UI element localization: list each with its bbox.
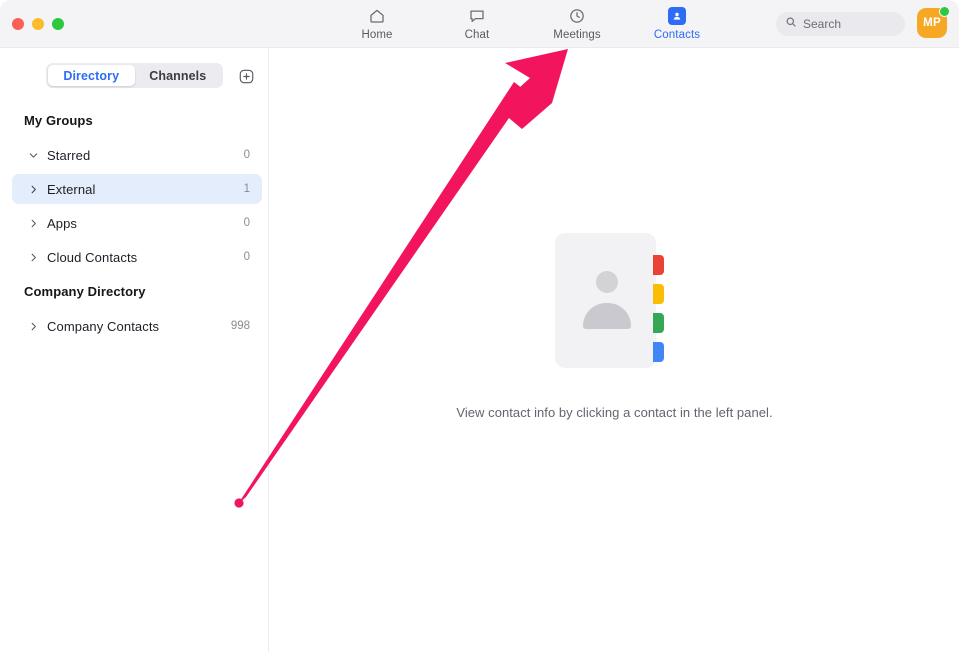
- sidebar-item-cloud-contacts[interactable]: Cloud Contacts 0: [12, 242, 262, 272]
- sidebar-item-label-company-contacts: Company Contacts: [47, 318, 160, 334]
- card-avatar-head: [595, 271, 618, 293]
- clock-icon: [568, 6, 586, 26]
- close-window-button[interactable]: [12, 18, 24, 30]
- avatar[interactable]: MP: [917, 6, 950, 40]
- search-placeholder: Search: [803, 17, 842, 31]
- sidebar-item-apps[interactable]: Apps 0: [12, 208, 262, 238]
- nav-item-contacts[interactable]: Contacts: [644, 1, 710, 47]
- sidebar-item-label-starred: Starred: [47, 147, 91, 163]
- nav-label-chat: Chat: [464, 29, 490, 41]
- main-navigation: Home Chat Meetings Contacts: [344, 0, 710, 48]
- chevron-down-icon[interactable]: [22, 150, 44, 161]
- card-tab-yellow: [652, 284, 664, 304]
- sidebar-item-starred[interactable]: Starred 0: [12, 140, 262, 170]
- sidebar: Directory Channels My Groups Starred 0 E…: [0, 48, 269, 652]
- titlebar: Home Chat Meetings Contacts Search MP: [0, 0, 959, 48]
- chevron-right-icon[interactable]: [22, 218, 44, 229]
- sidebar-item-label-apps: Apps: [47, 215, 78, 231]
- chat-icon: [468, 6, 486, 26]
- add-contact-button[interactable]: [237, 67, 255, 85]
- home-icon: [368, 6, 386, 26]
- window-controls: [12, 18, 64, 30]
- nav-label-meetings: Meetings: [553, 29, 601, 41]
- section-header-company-directory: Company Directory: [24, 284, 146, 299]
- empty-state-caption: View contact info by clicking a contact …: [456, 405, 773, 420]
- card-tab-blue: [652, 342, 664, 362]
- sidebar-count-external: 1: [243, 183, 250, 195]
- sidebar-item-company-contacts[interactable]: Company Contacts 998: [12, 311, 262, 341]
- nav-label-home: Home: [361, 29, 393, 41]
- contact-card-icon: [554, 233, 675, 368]
- search-icon: [785, 15, 797, 33]
- maximize-window-button[interactable]: [52, 18, 64, 30]
- sidebar-count-cloud-contacts: 0: [243, 251, 250, 263]
- directory-channels-segmented-control: Directory Channels: [46, 63, 223, 88]
- sidebar-item-external[interactable]: External 1: [12, 174, 262, 204]
- chevron-right-icon[interactable]: [22, 321, 44, 332]
- search-input[interactable]: Search: [776, 12, 905, 36]
- card-tab-green: [652, 313, 664, 333]
- chevron-right-icon[interactable]: [22, 252, 44, 263]
- card-tab-red: [652, 255, 664, 275]
- presence-indicator: [939, 6, 950, 17]
- sidebar-tabs: Directory Channels: [0, 63, 269, 89]
- minimize-window-button[interactable]: [32, 18, 44, 30]
- chevron-right-icon[interactable]: [22, 184, 44, 195]
- nav-item-home[interactable]: Home: [344, 1, 410, 47]
- nav-item-chat[interactable]: Chat: [444, 1, 510, 47]
- nav-item-meetings[interactable]: Meetings: [544, 1, 610, 47]
- sidebar-count-apps: 0: [243, 217, 250, 229]
- nav-label-contacts: Contacts: [653, 29, 701, 41]
- tab-channels[interactable]: Channels: [135, 65, 222, 86]
- tab-directory[interactable]: Directory: [48, 65, 135, 86]
- empty-state: View contact info by clicking a contact …: [270, 48, 959, 652]
- contacts-icon: [668, 6, 686, 26]
- contact-detail-panel: View contact info by clicking a contact …: [270, 48, 959, 652]
- sidebar-item-label-external: External: [47, 181, 96, 197]
- sidebar-count-starred: 0: [243, 149, 250, 161]
- section-header-my-groups: My Groups: [24, 113, 93, 128]
- sidebar-item-label-cloud-contacts: Cloud Contacts: [47, 249, 138, 265]
- card-body: [554, 233, 656, 368]
- app-window: Home Chat Meetings Contacts Search MP Di…: [0, 0, 959, 652]
- sidebar-count-company-contacts: 998: [230, 320, 250, 332]
